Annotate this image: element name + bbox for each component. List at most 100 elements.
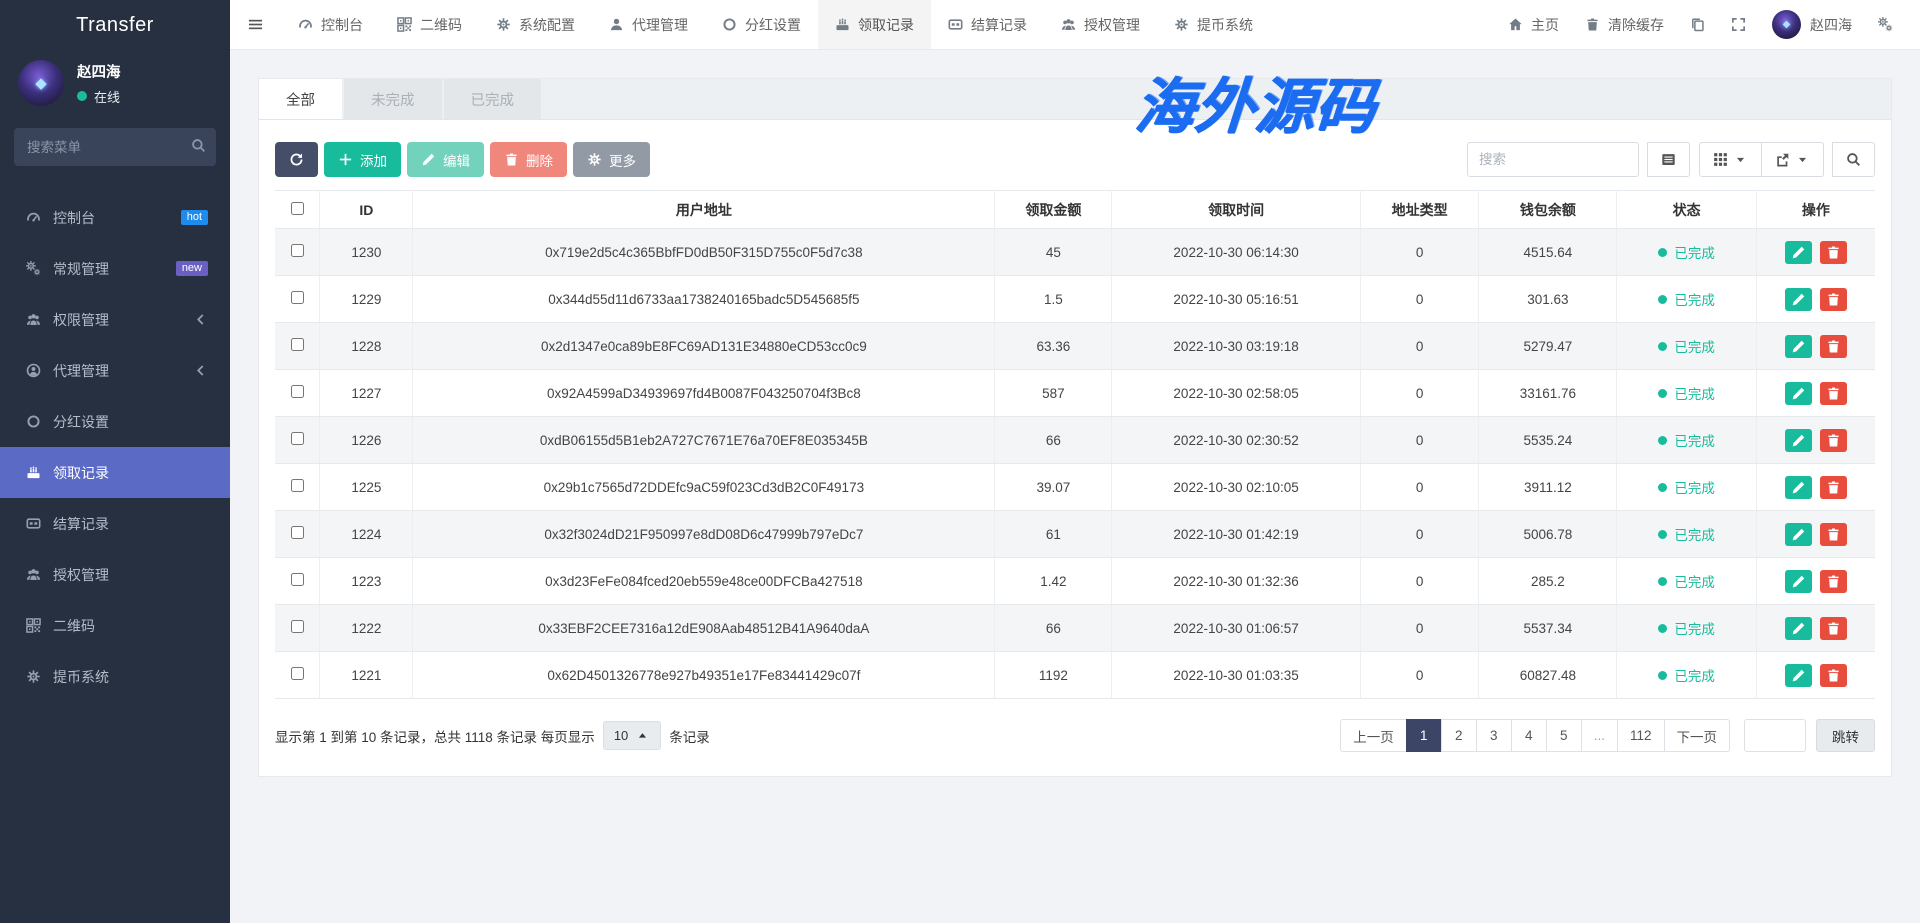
topnav: 控制台 二维码 系统配置 代理管理 分红设置 领取记录 结算记录 授权管理 提币… [230,0,1920,50]
page-button-4[interactable]: 4 [1511,719,1547,752]
row-checkbox[interactable] [291,244,304,257]
tab-1[interactable]: 全部 [259,79,342,119]
tab-3[interactable]: 已完成 [444,79,542,119]
page-button-3[interactable]: 3 [1476,719,1512,752]
edit-button[interactable] [1785,241,1812,264]
topnav-item-7[interactable]: 结算记录 [931,0,1044,49]
delete-button[interactable] [1820,523,1847,546]
sidebar-item-4[interactable]: 代理管理 [0,345,230,396]
topnav-item-3[interactable]: 系统配置 [479,0,592,49]
page-button-1[interactable]: 1 [1406,719,1442,752]
sidebar-item-5[interactable]: 分红设置 [0,396,230,447]
topnav-user-menu[interactable]: ◆ 赵四海 [1759,0,1865,49]
clear-cache-link[interactable]: 清除缓存 [1572,0,1677,49]
edit-button[interactable] [1785,335,1812,358]
app-root: Transfer ◆ 赵四海 在线 控制台 hot 常规管理 new 权限管理 … [0,0,1920,923]
page-size-select[interactable]: 10 [603,721,661,750]
sidebar-item-6[interactable]: 领取记录 [0,447,230,498]
menu-icon[interactable] [230,0,281,49]
topnav-item-1[interactable]: 控制台 [281,0,380,49]
fullscreen-button[interactable] [1718,0,1759,49]
topnav-item-4[interactable]: 代理管理 [592,0,705,49]
delete-button[interactable] [1820,617,1847,640]
sidebar-item-10[interactable]: 提币系统 [0,651,230,702]
page-button-2[interactable]: 2 [1441,719,1477,752]
row-checkbox[interactable] [291,620,304,633]
topnav-item-5[interactable]: 分红设置 [705,0,818,49]
delete-button[interactable] [1820,382,1847,405]
copy-button[interactable] [1677,0,1718,49]
page-ellipsis[interactable]: ... [1581,719,1618,752]
sidebar-search-input[interactable] [14,128,216,166]
circle-icon [26,414,41,429]
topnav-item-6[interactable]: 领取记录 [818,0,931,49]
page-button-5[interactable]: 5 [1546,719,1582,752]
jump-page-input[interactable] [1744,719,1806,752]
edit-button[interactable] [1785,382,1812,405]
prev-page-button[interactable]: 上一页 [1340,719,1407,752]
cell-time: 2022-10-30 01:03:35 [1112,652,1361,699]
delete-button[interactable] [1820,570,1847,593]
delete-selected-button[interactable]: 删除 [490,142,567,177]
next-page-button[interactable]: 下一页 [1664,719,1731,752]
select-all-checkbox[interactable] [291,202,304,215]
edit-button[interactable] [1785,288,1812,311]
column-header: 钱包余额 [1479,191,1617,229]
content-area: 海外源码 全部未完成已完成 添加 编辑 删除 更多 [230,50,1920,923]
tab-2[interactable]: 未完成 [344,79,442,119]
edit-selected-button[interactable]: 编辑 [407,142,484,177]
delete-button[interactable] [1820,429,1847,452]
row-checkbox[interactable] [291,573,304,586]
delete-button[interactable] [1820,476,1847,499]
delete-button[interactable] [1820,288,1847,311]
page-label: 2 [1455,728,1463,743]
sidebar-item-2[interactable]: 常规管理 new [0,243,230,294]
edit-button[interactable] [1785,570,1812,593]
topnav-item-8[interactable]: 授权管理 [1044,0,1157,49]
page-label: 112 [1630,728,1652,743]
jump-button[interactable]: 跳转 [1816,719,1875,752]
topnav-item-2[interactable]: 二维码 [380,0,479,49]
user-avatar[interactable]: ◆ [18,60,64,106]
row-checkbox-cell [275,605,320,652]
cell-actions [1756,417,1875,464]
row-checkbox[interactable] [291,432,304,445]
pencil-icon [1791,386,1806,401]
row-checkbox[interactable] [291,291,304,304]
add-button[interactable]: 添加 [324,142,401,177]
edit-button[interactable] [1785,476,1812,499]
delete-button[interactable] [1820,664,1847,687]
status-badge: 已完成 [1658,336,1715,356]
delete-button[interactable] [1820,335,1847,358]
table-search-input[interactable] [1467,142,1639,177]
home-link[interactable]: 主页 [1495,0,1572,49]
export-button[interactable] [1761,142,1824,177]
search-button[interactable] [1832,142,1875,177]
edit-button[interactable] [1785,617,1812,640]
row-checkbox[interactable] [291,385,304,398]
delete-button[interactable] [1820,241,1847,264]
sidebar-item-9[interactable]: 二维码 [0,600,230,651]
row-checkbox[interactable] [291,526,304,539]
row-checkbox[interactable] [291,667,304,680]
row-checkbox[interactable] [291,479,304,492]
edit-button[interactable] [1785,664,1812,687]
topnav-item-label: 二维码 [420,15,462,35]
sidebar-item-8[interactable]: 授权管理 [0,549,230,600]
page-button-112[interactable]: 112 [1617,719,1665,752]
edit-button[interactable] [1785,523,1812,546]
cell-status: 已完成 [1617,323,1756,370]
sidebar-item-1[interactable]: 控制台 hot [0,192,230,243]
sidebar-item-7[interactable]: 结算记录 [0,498,230,549]
tab-bar: 全部未完成已完成 [259,79,1891,120]
detail-view-button[interactable] [1647,142,1690,177]
cell-time: 2022-10-30 01:42:19 [1112,511,1361,558]
edit-button[interactable] [1785,429,1812,452]
sidebar-item-3[interactable]: 权限管理 [0,294,230,345]
topnav-item-9[interactable]: 提币系统 [1157,0,1270,49]
more-button[interactable]: 更多 [573,142,650,177]
columns-button[interactable] [1699,142,1762,177]
row-checkbox[interactable] [291,338,304,351]
refresh-button[interactable] [275,142,318,177]
settings-button[interactable] [1865,0,1906,49]
